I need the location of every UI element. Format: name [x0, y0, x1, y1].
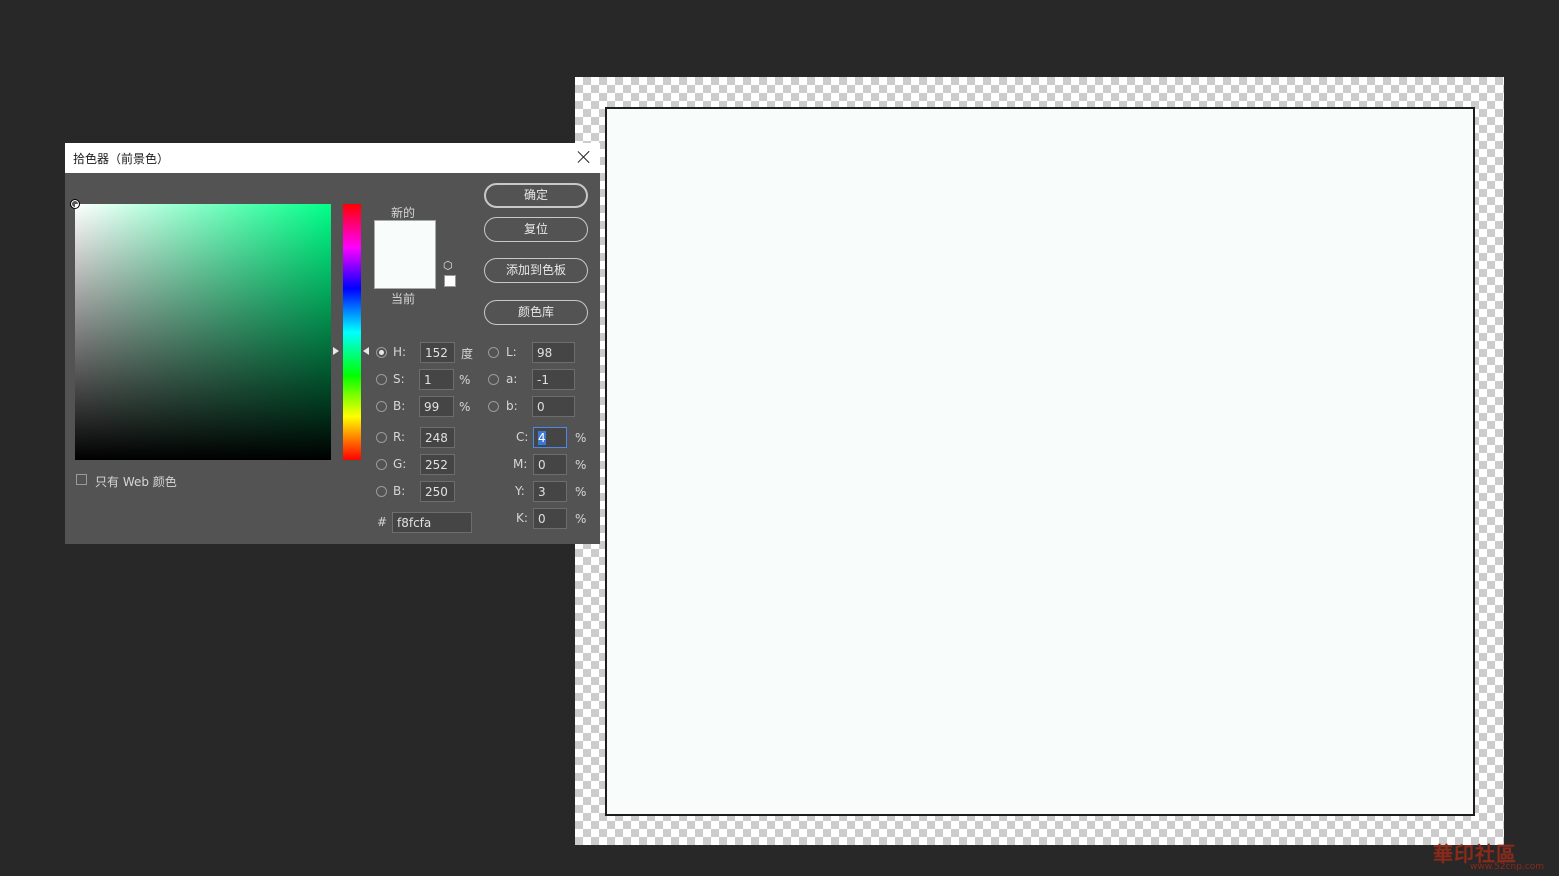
- document-canvas[interactable]: [605, 107, 1475, 816]
- field-b[interactable]: 99: [419, 396, 454, 417]
- unit-c: %: [575, 431, 587, 445]
- radio-g[interactable]: [376, 459, 387, 470]
- current-color-swatch[interactable]: [374, 254, 436, 289]
- field-s[interactable]: 1: [419, 369, 454, 390]
- unit-h: 度: [461, 347, 474, 361]
- unit-y: %: [575, 485, 587, 499]
- unit-m: %: [575, 458, 587, 472]
- radio-lab-b[interactable]: [488, 401, 499, 412]
- field-c[interactable]: 4: [533, 427, 567, 448]
- label-lab-b: b:: [506, 399, 518, 413]
- color-picker-dialog: 拾色器（前景色） 新的 当前 ⬡ 确定 复位 添加到色板 颜色库 H: 152 …: [65, 143, 600, 544]
- field-g[interactable]: 252: [420, 454, 455, 475]
- saturation-brightness-field[interactable]: [70, 199, 331, 460]
- field-c-value: 4: [538, 431, 546, 445]
- radio-rgb-b[interactable]: [376, 486, 387, 497]
- hue-slider-arrow-right-icon[interactable]: [363, 347, 369, 355]
- field-rgb-b[interactable]: 250: [420, 481, 455, 502]
- unit-k: %: [575, 512, 587, 526]
- radio-r[interactable]: [376, 432, 387, 443]
- add-to-swatches-button[interactable]: 添加到色板: [484, 258, 588, 283]
- radio-lab-a[interactable]: [488, 374, 499, 385]
- field-lab-b[interactable]: 0: [532, 396, 575, 417]
- unit-b: %: [459, 400, 471, 414]
- label-c: C:: [516, 430, 529, 444]
- label-g: G:: [393, 457, 407, 471]
- label-r: R:: [393, 430, 406, 444]
- hue-slider[interactable]: [343, 204, 361, 460]
- close-icon[interactable]: [576, 149, 592, 165]
- radio-b[interactable]: [376, 401, 387, 412]
- color-libraries-button[interactable]: 颜色库: [484, 300, 588, 325]
- radio-h[interactable]: [376, 347, 387, 358]
- hex-label: #: [377, 515, 388, 529]
- only-web-colors-label: 只有 Web 颜色: [95, 475, 177, 489]
- watermark-url: www.52cnp.com: [1470, 862, 1545, 872]
- label-b: B:: [393, 399, 406, 413]
- field-lab-l[interactable]: 98: [532, 342, 575, 363]
- unit-s: %: [459, 373, 471, 387]
- field-h[interactable]: 152: [420, 342, 455, 363]
- label-y: Y:: [515, 484, 525, 498]
- web-safe-swatch-icon[interactable]: [444, 275, 456, 287]
- label-m: M:: [513, 457, 528, 471]
- field-lab-a[interactable]: -1: [532, 369, 575, 390]
- label-s: S:: [393, 372, 405, 386]
- color-field-marker[interactable]: [70, 199, 80, 209]
- ok-button[interactable]: 确定: [484, 183, 588, 208]
- field-m[interactable]: 0: [533, 454, 567, 475]
- cube-icon[interactable]: ⬡: [443, 259, 453, 272]
- hex-field[interactable]: f8fcfa: [392, 512, 472, 533]
- hue-slider-arrow-left-icon[interactable]: [333, 347, 339, 355]
- field-k[interactable]: 0: [533, 508, 567, 529]
- radio-s[interactable]: [376, 374, 387, 385]
- dialog-titlebar: 拾色器（前景色）: [65, 143, 600, 173]
- label-h: H:: [393, 345, 407, 359]
- label-lab-l: L:: [506, 345, 517, 359]
- dialog-title: 拾色器（前景色）: [73, 152, 170, 166]
- field-y[interactable]: 3: [533, 481, 567, 502]
- radio-lab-l[interactable]: [488, 347, 499, 358]
- reset-button[interactable]: 复位: [484, 217, 588, 242]
- label-rgb-b: B:: [393, 484, 406, 498]
- only-web-colors-checkbox[interactable]: [76, 474, 87, 485]
- label-k: K:: [516, 511, 528, 525]
- new-color-label: 新的: [391, 206, 416, 220]
- label-lab-a: a:: [506, 372, 518, 386]
- new-color-swatch: [374, 220, 436, 255]
- field-r[interactable]: 248: [420, 427, 455, 448]
- current-color-label: 当前: [391, 292, 416, 306]
